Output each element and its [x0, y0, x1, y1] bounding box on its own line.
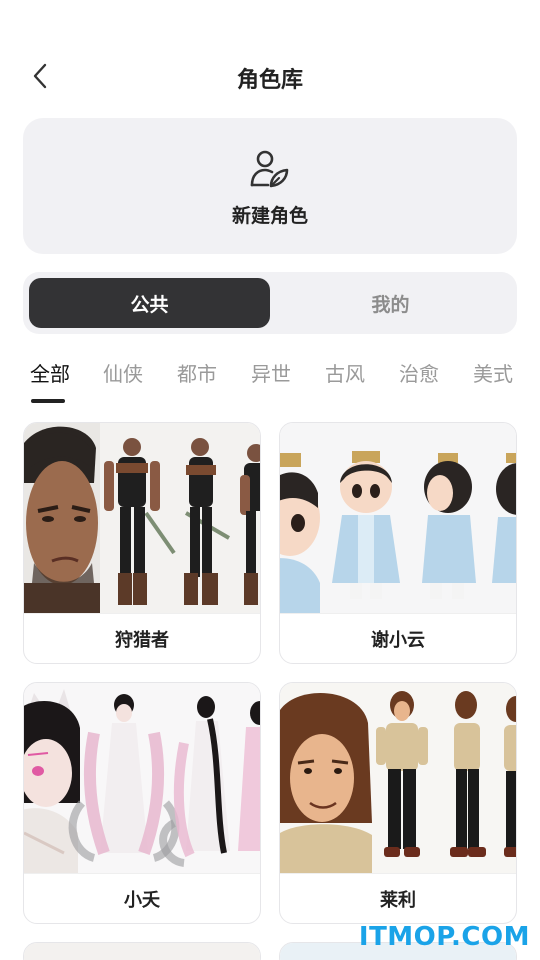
- character-card-xie-xiaoyun[interactable]: 谢小云: [279, 422, 517, 664]
- segment-public[interactable]: 公共: [29, 278, 270, 328]
- new-character-label: 新建角色: [231, 204, 308, 227]
- active-tab-indicator: [31, 399, 65, 403]
- tab-american[interactable]: 美式: [473, 358, 513, 387]
- tab-otherworld[interactable]: 异世: [251, 358, 291, 387]
- new-character-button[interactable]: 新建角色: [23, 118, 517, 254]
- tab-all[interactable]: 全部: [30, 358, 70, 387]
- category-tabs: 全部 仙侠 都市 异世 古风 治愈 美式: [30, 358, 540, 408]
- library-segment-control: 公共 我的: [23, 272, 517, 334]
- tab-urban[interactable]: 都市: [177, 358, 217, 387]
- character-card-hunter[interactable]: 狩猎者: [23, 422, 261, 664]
- character-thumbnail: [280, 683, 516, 873]
- character-card-partial[interactable]: [23, 942, 261, 960]
- tab-xianxia[interactable]: 仙侠: [103, 358, 143, 387]
- tab-ancient[interactable]: 古风: [325, 358, 365, 387]
- tab-healing[interactable]: 治愈: [399, 358, 439, 387]
- character-thumbnail: [24, 943, 260, 960]
- character-thumbnail: [24, 423, 260, 613]
- user-edit-icon: [250, 150, 289, 187]
- segment-mine[interactable]: 我的: [270, 278, 511, 328]
- watermark: ITMOP.COM: [358, 922, 530, 952]
- character-name: 狩猎者: [24, 613, 260, 663]
- header: 角色库: [0, 48, 540, 108]
- character-name: 小夭: [24, 873, 260, 923]
- character-card-riley[interactable]: 莱利: [279, 682, 517, 924]
- page-title: 角色库: [236, 68, 303, 93]
- character-name: 莱利: [280, 873, 516, 923]
- character-card-xiaoyao[interactable]: 小夭: [23, 682, 261, 924]
- character-thumbnail: [24, 683, 260, 873]
- character-thumbnail: [280, 423, 516, 613]
- character-name: 谢小云: [280, 613, 516, 663]
